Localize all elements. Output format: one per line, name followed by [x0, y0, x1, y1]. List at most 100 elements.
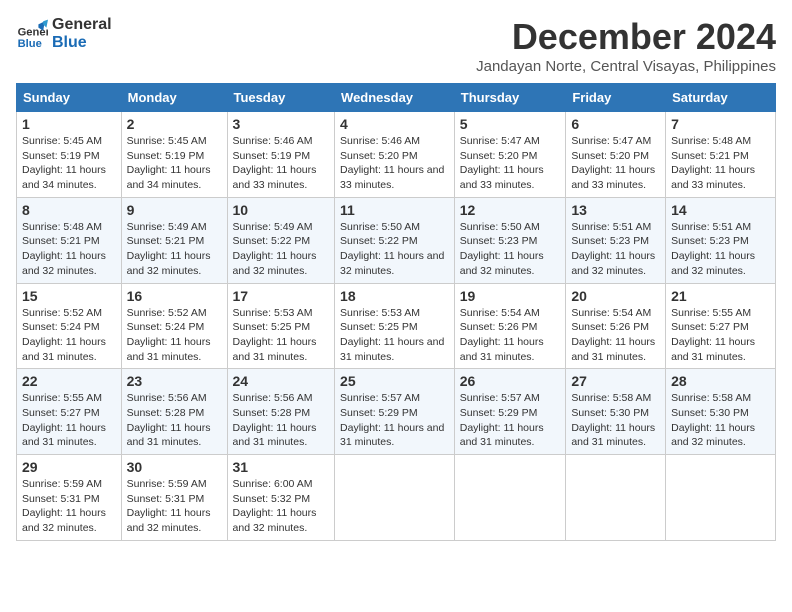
day-number: 8 — [22, 202, 116, 218]
calendar-cell: 1 Sunrise: 5:45 AMSunset: 5:19 PMDayligh… — [17, 112, 122, 198]
cell-info: Sunrise: 5:51 AMSunset: 5:23 PMDaylight:… — [671, 221, 755, 277]
day-number: 12 — [460, 202, 561, 218]
day-number: 5 — [460, 116, 561, 132]
cell-info: Sunrise: 5:52 AMSunset: 5:24 PMDaylight:… — [22, 307, 106, 363]
day-number: 3 — [233, 116, 330, 132]
cell-info: Sunrise: 5:48 AMSunset: 5:21 PMDaylight:… — [671, 135, 755, 191]
calendar-week-row: 29 Sunrise: 5:59 AMSunset: 5:31 PMDaylig… — [17, 455, 776, 541]
calendar-cell: 4 Sunrise: 5:46 AMSunset: 5:20 PMDayligh… — [335, 112, 455, 198]
day-number: 22 — [22, 373, 116, 389]
cell-info: Sunrise: 5:51 AMSunset: 5:23 PMDaylight:… — [571, 221, 655, 277]
cell-info: Sunrise: 5:54 AMSunset: 5:26 PMDaylight:… — [460, 307, 544, 363]
weekday-header-monday: Monday — [121, 84, 227, 112]
day-number: 18 — [340, 288, 449, 304]
day-number: 10 — [233, 202, 330, 218]
calendar-cell: 24 Sunrise: 5:56 AMSunset: 5:28 PMDaylig… — [227, 369, 335, 455]
calendar-cell: 8 Sunrise: 5:48 AMSunset: 5:21 PMDayligh… — [17, 197, 122, 283]
location-subtitle: Jandayan Norte, Central Visayas, Philipp… — [476, 58, 776, 75]
calendar-cell: 30 Sunrise: 5:59 AMSunset: 5:31 PMDaylig… — [121, 455, 227, 541]
calendar-cell: 15 Sunrise: 5:52 AMSunset: 5:24 PMDaylig… — [17, 283, 122, 369]
calendar-cell: 2 Sunrise: 5:45 AMSunset: 5:19 PMDayligh… — [121, 112, 227, 198]
day-number: 17 — [233, 288, 330, 304]
calendar-cell: 25 Sunrise: 5:57 AMSunset: 5:29 PMDaylig… — [335, 369, 455, 455]
weekday-header-friday: Friday — [566, 84, 666, 112]
cell-info: Sunrise: 5:46 AMSunset: 5:19 PMDaylight:… — [233, 135, 317, 191]
calendar-week-row: 8 Sunrise: 5:48 AMSunset: 5:21 PMDayligh… — [17, 197, 776, 283]
calendar-cell — [335, 455, 455, 541]
weekday-header-thursday: Thursday — [454, 84, 566, 112]
calendar-week-row: 22 Sunrise: 5:55 AMSunset: 5:27 PMDaylig… — [17, 369, 776, 455]
cell-info: Sunrise: 5:58 AMSunset: 5:30 PMDaylight:… — [571, 392, 655, 448]
day-number: 7 — [671, 116, 770, 132]
day-number: 11 — [340, 202, 449, 218]
day-number: 4 — [340, 116, 449, 132]
cell-info: Sunrise: 5:47 AMSunset: 5:20 PMDaylight:… — [460, 135, 544, 191]
day-number: 21 — [671, 288, 770, 304]
day-number: 25 — [340, 373, 449, 389]
cell-info: Sunrise: 5:56 AMSunset: 5:28 PMDaylight:… — [233, 392, 317, 448]
day-number: 29 — [22, 459, 116, 475]
weekday-header-row: SundayMondayTuesdayWednesdayThursdayFrid… — [17, 84, 776, 112]
calendar-cell — [566, 455, 666, 541]
calendar-cell: 10 Sunrise: 5:49 AMSunset: 5:22 PMDaylig… — [227, 197, 335, 283]
weekday-header-tuesday: Tuesday — [227, 84, 335, 112]
calendar-cell: 23 Sunrise: 5:56 AMSunset: 5:28 PMDaylig… — [121, 369, 227, 455]
cell-info: Sunrise: 5:45 AMSunset: 5:19 PMDaylight:… — [22, 135, 106, 191]
cell-info: Sunrise: 5:54 AMSunset: 5:26 PMDaylight:… — [571, 307, 655, 363]
calendar-cell: 19 Sunrise: 5:54 AMSunset: 5:26 PMDaylig… — [454, 283, 566, 369]
cell-info: Sunrise: 5:57 AMSunset: 5:29 PMDaylight:… — [340, 392, 444, 448]
calendar-cell: 27 Sunrise: 5:58 AMSunset: 5:30 PMDaylig… — [566, 369, 666, 455]
calendar-week-row: 15 Sunrise: 5:52 AMSunset: 5:24 PMDaylig… — [17, 283, 776, 369]
calendar-cell: 13 Sunrise: 5:51 AMSunset: 5:23 PMDaylig… — [566, 197, 666, 283]
day-number: 2 — [127, 116, 222, 132]
day-number: 20 — [571, 288, 660, 304]
calendar-cell: 17 Sunrise: 5:53 AMSunset: 5:25 PMDaylig… — [227, 283, 335, 369]
day-number: 16 — [127, 288, 222, 304]
month-title: December 2024 — [476, 16, 776, 58]
cell-info: Sunrise: 5:53 AMSunset: 5:25 PMDaylight:… — [233, 307, 317, 363]
calendar-cell: 16 Sunrise: 5:52 AMSunset: 5:24 PMDaylig… — [121, 283, 227, 369]
cell-info: Sunrise: 5:57 AMSunset: 5:29 PMDaylight:… — [460, 392, 544, 448]
cell-info: Sunrise: 5:59 AMSunset: 5:31 PMDaylight:… — [22, 478, 106, 534]
calendar-cell: 18 Sunrise: 5:53 AMSunset: 5:25 PMDaylig… — [335, 283, 455, 369]
calendar-cell: 9 Sunrise: 5:49 AMSunset: 5:21 PMDayligh… — [121, 197, 227, 283]
day-number: 13 — [571, 202, 660, 218]
day-number: 14 — [671, 202, 770, 218]
calendar-cell: 20 Sunrise: 5:54 AMSunset: 5:26 PMDaylig… — [566, 283, 666, 369]
calendar-cell: 21 Sunrise: 5:55 AMSunset: 5:27 PMDaylig… — [666, 283, 776, 369]
day-number: 9 — [127, 202, 222, 218]
page-header: General Blue General Blue December 2024 … — [16, 16, 776, 75]
calendar-cell: 26 Sunrise: 5:57 AMSunset: 5:29 PMDaylig… — [454, 369, 566, 455]
cell-info: Sunrise: 5:56 AMSunset: 5:28 PMDaylight:… — [127, 392, 211, 448]
calendar-cell — [666, 455, 776, 541]
logo-general: General — [52, 16, 112, 34]
day-number: 6 — [571, 116, 660, 132]
cell-info: Sunrise: 5:47 AMSunset: 5:20 PMDaylight:… — [571, 135, 655, 191]
calendar-week-row: 1 Sunrise: 5:45 AMSunset: 5:19 PMDayligh… — [17, 112, 776, 198]
day-number: 15 — [22, 288, 116, 304]
svg-text:Blue: Blue — [18, 38, 42, 50]
cell-info: Sunrise: 5:59 AMSunset: 5:31 PMDaylight:… — [127, 478, 211, 534]
logo-icon: General Blue — [16, 18, 48, 50]
calendar-table: SundayMondayTuesdayWednesdayThursdayFrid… — [16, 83, 776, 541]
calendar-cell — [454, 455, 566, 541]
cell-info: Sunrise: 5:45 AMSunset: 5:19 PMDaylight:… — [127, 135, 211, 191]
cell-info: Sunrise: 5:58 AMSunset: 5:30 PMDaylight:… — [671, 392, 755, 448]
day-number: 27 — [571, 373, 660, 389]
day-number: 24 — [233, 373, 330, 389]
weekday-header-wednesday: Wednesday — [335, 84, 455, 112]
day-number: 30 — [127, 459, 222, 475]
cell-info: Sunrise: 5:50 AMSunset: 5:23 PMDaylight:… — [460, 221, 544, 277]
day-number: 1 — [22, 116, 116, 132]
cell-info: Sunrise: 5:49 AMSunset: 5:22 PMDaylight:… — [233, 221, 317, 277]
calendar-cell: 14 Sunrise: 5:51 AMSunset: 5:23 PMDaylig… — [666, 197, 776, 283]
calendar-cell: 12 Sunrise: 5:50 AMSunset: 5:23 PMDaylig… — [454, 197, 566, 283]
calendar-cell: 29 Sunrise: 5:59 AMSunset: 5:31 PMDaylig… — [17, 455, 122, 541]
cell-info: Sunrise: 5:53 AMSunset: 5:25 PMDaylight:… — [340, 307, 444, 363]
logo-blue: Blue — [52, 34, 112, 52]
calendar-cell: 3 Sunrise: 5:46 AMSunset: 5:19 PMDayligh… — [227, 112, 335, 198]
cell-info: Sunrise: 5:50 AMSunset: 5:22 PMDaylight:… — [340, 221, 444, 277]
calendar-cell: 5 Sunrise: 5:47 AMSunset: 5:20 PMDayligh… — [454, 112, 566, 198]
day-number: 31 — [233, 459, 330, 475]
day-number: 19 — [460, 288, 561, 304]
